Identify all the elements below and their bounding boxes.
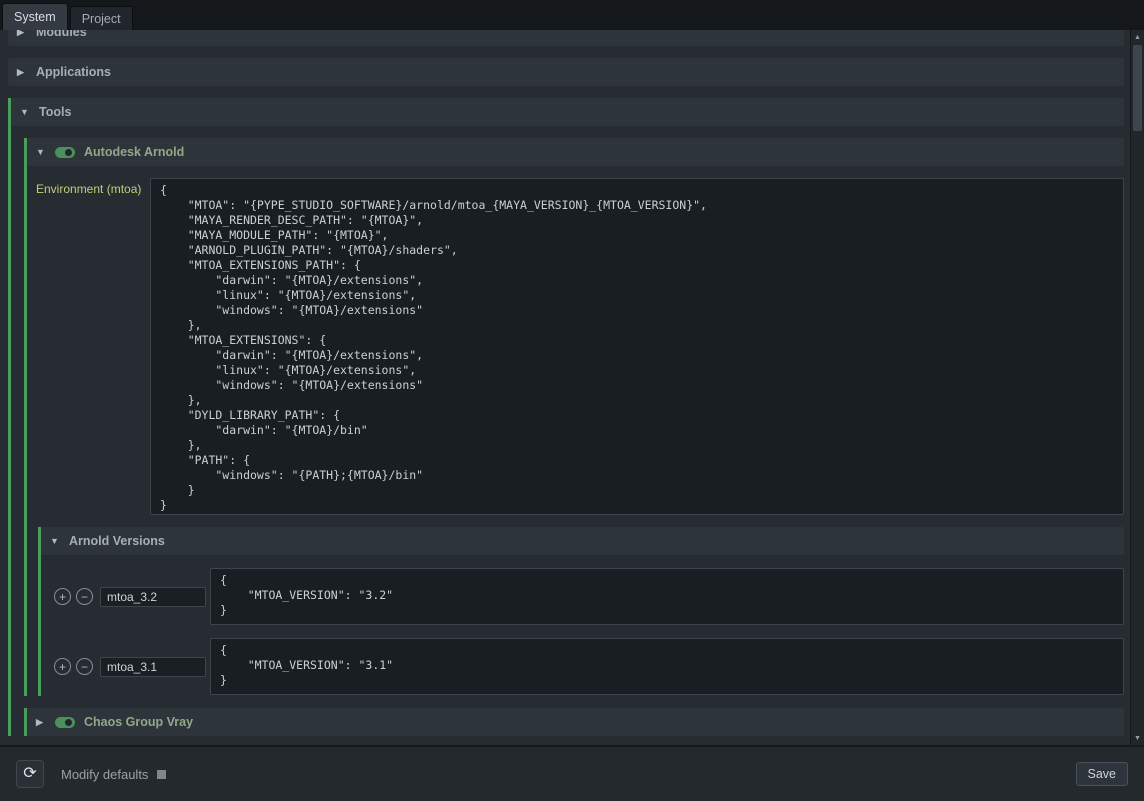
section-title-autodesk-arnold: Autodesk Arnold (84, 145, 184, 159)
settings-window: System Project ▶ Modules ▶ Applications … (0, 0, 1144, 801)
chevron-down-icon: ▼ (36, 148, 46, 157)
version-key-input[interactable] (100, 587, 206, 607)
arnold-body: Environment (mtoa) { "MTOA": "{PYPE_STUD… (27, 178, 1124, 696)
environment-label: Environment (mtoa) (36, 178, 150, 515)
section-title-chaos-vray: Chaos Group Vray (84, 715, 193, 729)
chevron-right-icon: ▶ (17, 30, 27, 37)
tab-bar: System Project (0, 0, 1144, 30)
refresh-button[interactable]: ⟳ (16, 760, 44, 788)
group-chaos-vray: ▶ Chaos Group Vray (24, 708, 1124, 736)
save-button[interactable]: Save (1076, 762, 1129, 786)
section-title-arnold-versions: Arnold Versions (69, 534, 165, 548)
section-header-chaos-vray[interactable]: ▶ Chaos Group Vray (27, 708, 1124, 736)
section-header-applications[interactable]: ▶ Applications (8, 58, 1124, 86)
modify-defaults-checkbox[interactable] (157, 770, 166, 779)
settings-scroll-area: ▶ Modules ▶ Applications ▼ Tools ▼ (0, 30, 1130, 745)
tab-project[interactable]: Project (70, 6, 133, 30)
version-json-textarea[interactable]: { "MTOA_VERSION": "3.1" } (210, 638, 1124, 695)
refresh-icon: ⟳ (23, 766, 36, 782)
version-row-mtoa-3-1: + − { "MTOA_VERSION": "3.1" } (54, 638, 1124, 695)
arnold-versions-body: + − { "MTOA_VERSION": "3.2" } + − (41, 568, 1124, 696)
group-arnold-versions: ▼ Arnold Versions + − { "MTOA_VERSION": … (38, 527, 1124, 696)
section-header-autodesk-arnold[interactable]: ▼ Autodesk Arnold (27, 138, 1124, 166)
section-tools: ▼ Tools ▼ Autodesk Arnold Environment (m… (8, 98, 1124, 736)
scrollbar-thumb[interactable] (1133, 45, 1142, 131)
vertical-scrollbar[interactable]: ▲ ▼ (1130, 30, 1144, 745)
arnold-enabled-toggle[interactable] (55, 147, 75, 158)
tab-system[interactable]: System (2, 3, 68, 30)
tools-body: ▼ Autodesk Arnold Environment (mtoa) { "… (11, 138, 1124, 736)
remove-version-button[interactable]: − (76, 588, 93, 605)
main-area: ▶ Modules ▶ Applications ▼ Tools ▼ (0, 30, 1144, 745)
scroll-down-button[interactable]: ▼ (1131, 731, 1144, 745)
group-autodesk-arnold: ▼ Autodesk Arnold Environment (mtoa) { "… (24, 138, 1124, 696)
section-header-arnold-versions[interactable]: ▼ Arnold Versions (41, 527, 1124, 555)
chevron-down-icon: ▼ (50, 537, 60, 546)
section-header-modules[interactable]: ▶ Modules (8, 30, 1124, 46)
chevron-right-icon: ▶ (17, 68, 27, 77)
environment-row: Environment (mtoa) { "MTOA": "{PYPE_STUD… (27, 178, 1124, 515)
chevron-down-icon: ▼ (20, 108, 30, 117)
chevron-right-icon: ▶ (36, 718, 46, 727)
footer-bar: ⟳ Modify defaults Save (0, 745, 1144, 801)
version-json-textarea[interactable]: { "MTOA_VERSION": "3.2" } (210, 568, 1124, 625)
environment-json-textarea[interactable]: { "MTOA": "{PYPE_STUDIO_SOFTWARE}/arnold… (150, 178, 1124, 515)
section-title-tools: Tools (39, 105, 71, 119)
remove-version-button[interactable]: − (76, 658, 93, 675)
add-version-button[interactable]: + (54, 658, 71, 675)
add-version-button[interactable]: + (54, 588, 71, 605)
scrollbar-track[interactable] (1131, 44, 1144, 731)
scroll-up-button[interactable]: ▲ (1131, 30, 1144, 44)
vray-enabled-toggle[interactable] (55, 717, 75, 728)
version-row-mtoa-3-2: + − { "MTOA_VERSION": "3.2" } (54, 568, 1124, 625)
section-title-modules: Modules (36, 30, 87, 39)
section-title-applications: Applications (36, 65, 111, 79)
version-key-input[interactable] (100, 657, 206, 677)
section-header-tools[interactable]: ▼ Tools (11, 98, 1124, 126)
modify-defaults-label: Modify defaults (61, 767, 148, 782)
